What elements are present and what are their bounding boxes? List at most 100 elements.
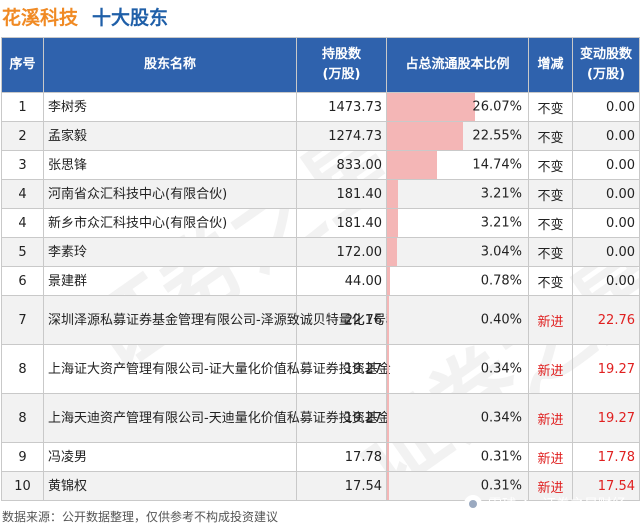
ratio-bar [387, 394, 389, 442]
table-row: 5 李素玲 172.00 3.04% 不变 0.00 [1, 237, 640, 267]
change-shares: 19.27 [572, 344, 640, 394]
row-index: 7 [1, 295, 44, 345]
row-index: 6 [1, 266, 44, 296]
ratio-cell: 3.21% [386, 179, 529, 209]
table-row: 3 张思锋 833.00 14.74% 不变 0.00 [1, 150, 640, 180]
change-shares: 0.00 [572, 266, 640, 296]
row-index: 2 [1, 121, 44, 151]
change-shares: 0.00 [572, 179, 640, 209]
table-row: 4 河南省众汇科技中心(有限合伙) 181.40 3.21% 不变 0.00 [1, 179, 640, 209]
table-row: 8 上海证大资产管理有限公司-证大量化价值私募证券投资基金 19.27 0.34% 新进… [1, 344, 640, 394]
brand-channel: 证券之星财经 [542, 497, 626, 513]
ratio-bar [387, 209, 398, 237]
change-shares: 0.00 [572, 150, 640, 180]
column-header-idx: 序号 [1, 37, 44, 93]
ratio-cell: 0.78% [386, 266, 529, 296]
table-row: 4 新乡市众汇科技中心(有限合伙) 181.40 3.21% 不变 0.00 [1, 208, 640, 238]
ratio-label: 26.07% [472, 99, 522, 115]
ratio-label: 0.31% [480, 478, 522, 494]
ratio-bar [387, 151, 437, 179]
ratio-bar [387, 296, 389, 344]
column-header-ratio: 占总流通股本比例 [386, 37, 529, 93]
ratio-cell: 22.55% [386, 121, 529, 151]
shares-held: 1274.73 [296, 121, 387, 151]
ratio-bar [387, 267, 390, 295]
column-header-change: 增减 [528, 37, 573, 93]
snowball-icon [464, 495, 482, 513]
table-row: 2 孟家毅 1274.73 22.55% 不变 0.00 [1, 121, 640, 151]
change-status: 新进 [528, 393, 573, 443]
change-shares: 17.78 [572, 442, 640, 472]
change-shares: 0.00 [572, 121, 640, 151]
ratio-bar [387, 93, 475, 121]
ratio-label: 0.31% [480, 449, 522, 465]
column-header-shares: 持股数 (万股) [296, 37, 387, 93]
ratio-label: 0.78% [480, 273, 522, 289]
shareholder-name: 李树秀 [43, 92, 297, 122]
table-row: 9 冯凌男 17.78 0.31% 新进 17.78 [1, 442, 640, 472]
shareholder-name: 李素玲 [43, 237, 297, 267]
shareholder-name: 孟家毅 [43, 121, 297, 151]
section-title: 十大股东 [92, 6, 169, 29]
brand-logo: 雪球 ： 证券之星财经 [464, 494, 626, 514]
shareholder-name: 上海证大资产管理有限公司-证大量化价值私募证券投资基金 [43, 344, 391, 394]
change-shares: 19.27 [572, 393, 640, 443]
shareholder-name: 上海天迪资产管理有限公司-天迪量化价值私募证券投资基金 [43, 393, 391, 443]
ratio-bar [387, 122, 464, 150]
ratio-cell: 3.04% [386, 237, 529, 267]
change-status: 新进 [528, 344, 573, 394]
change-shares: 0.00 [572, 237, 640, 267]
ratio-bar [387, 472, 389, 500]
ratio-label: 0.34% [480, 361, 522, 377]
row-index: 10 [1, 471, 44, 501]
ratio-cell: 14.74% [386, 150, 529, 180]
change-status: 不变 [528, 92, 573, 122]
column-header-delta: 变动股数 (万股) [572, 37, 640, 93]
table-row: 8 上海天迪资产管理有限公司-天迪量化价值私募证券投资基金 19.27 0.34% 新进… [1, 393, 640, 443]
brand-separator: ： [522, 497, 536, 513]
change-shares: 22.76 [572, 295, 640, 345]
column-header-name: 股东名称 [43, 37, 297, 93]
ratio-bar [387, 238, 398, 266]
shares-held: 17.78 [296, 442, 387, 472]
ratio-bar [387, 443, 389, 471]
shares-held: 833.00 [296, 150, 387, 180]
page-title: 花溪科技 十大股东 [2, 2, 168, 30]
change-status: 新进 [528, 295, 573, 345]
brand-name: 雪球 [488, 497, 516, 513]
table-header-row: 序号 股东名称 持股数 (万股) 占总流通股本比例 增减 变动股数 (万股) [1, 37, 640, 93]
ratio-cell: 0.34% [386, 393, 529, 443]
table-row: 7 深圳泽源私募证券基金管理有限公司-泽源致诚贝特量化1号私募证券投资基金 22.7… [1, 295, 640, 345]
data-source-note: 数据来源：公开数据整理，仅供参考不构成投资建议 [2, 510, 279, 524]
shares-held: 172.00 [296, 237, 387, 267]
change-status: 不变 [528, 266, 573, 296]
row-index: 5 [1, 237, 44, 267]
row-index: 8 [1, 344, 44, 394]
shareholder-name: 河南省众汇科技中心(有限合伙) [43, 179, 297, 209]
shareholder-name: 新乡市众汇科技中心(有限合伙) [43, 208, 297, 238]
shareholder-name: 张思锋 [43, 150, 297, 180]
row-index: 1 [1, 92, 44, 122]
shareholder-name: 黄锦权 [43, 471, 297, 501]
change-shares: 0.00 [572, 92, 640, 122]
table-row: 1 李树秀 1473.73 26.07% 不变 0.00 [1, 92, 640, 122]
shares-held: 181.40 [296, 208, 387, 238]
ratio-label: 0.34% [480, 410, 522, 426]
shareholder-name: 景建群 [43, 266, 297, 296]
change-status: 不变 [528, 179, 573, 209]
ratio-label: 0.40% [480, 312, 522, 328]
ratio-cell: 0.40% [386, 295, 529, 345]
change-status: 不变 [528, 237, 573, 267]
table-row: 6 景建群 44.00 0.78% 不变 0.00 [1, 266, 640, 296]
row-index: 4 [1, 208, 44, 238]
shareholder-name: 冯凌男 [43, 442, 297, 472]
ratio-label: 3.21% [480, 215, 522, 231]
row-index: 3 [1, 150, 44, 180]
row-index: 8 [1, 393, 44, 443]
row-index: 4 [1, 179, 44, 209]
ratio-bar [387, 345, 389, 393]
ratio-label: 3.04% [480, 244, 522, 260]
row-index: 9 [1, 442, 44, 472]
shares-held: 17.54 [296, 471, 387, 501]
ratio-label: 3.21% [480, 186, 522, 202]
